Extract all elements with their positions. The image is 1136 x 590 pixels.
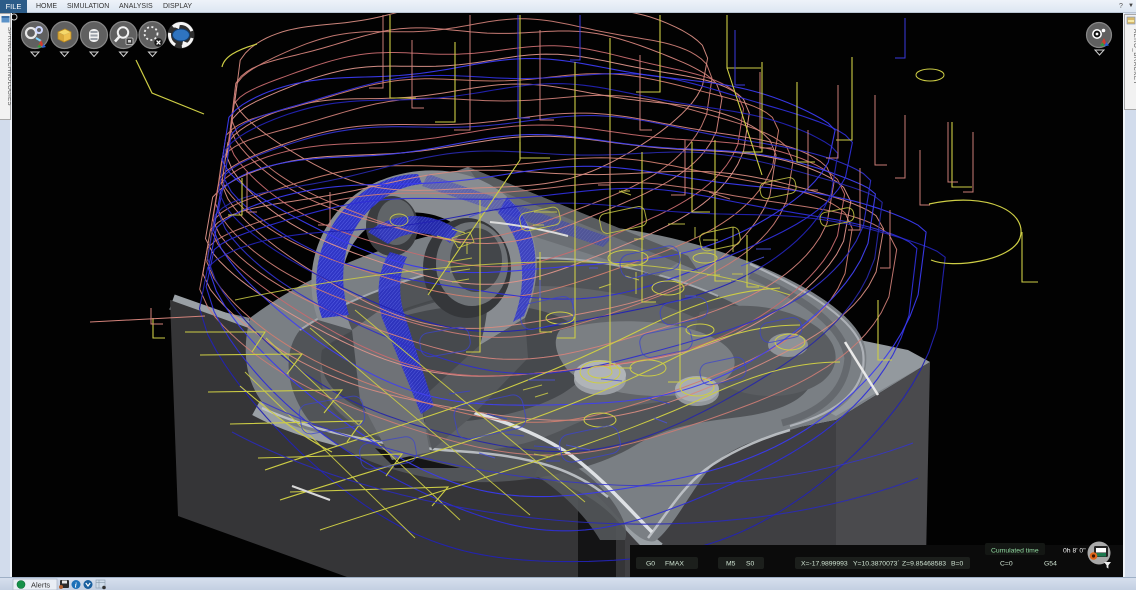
svg-text:Alerts: Alerts: [31, 581, 50, 590]
svg-text:Cumulated time: Cumulated time: [991, 548, 1039, 555]
svg-text:G0: G0: [646, 561, 655, 568]
svg-text:0h 8' 0": 0h 8' 0": [1063, 548, 1086, 555]
svg-text:S0: S0: [746, 561, 755, 568]
svg-text:SPRING TECHNOLOGIES: SPRING TECHNOLOGIES: [6, 27, 11, 106]
svg-text:FMAX: FMAX: [665, 561, 684, 568]
svg-text:G54: G54: [1044, 561, 1057, 568]
svg-text:M5: M5: [726, 561, 736, 568]
svg-text:i: i: [75, 581, 77, 589]
svg-text:X=-17.9899993: X=-17.9899993: [801, 561, 848, 568]
svg-text:C=0: C=0: [1000, 561, 1013, 568]
svg-text:Y=10.3870073´: Y=10.3870073´: [853, 561, 900, 568]
svg-text:B=0: B=0: [951, 561, 964, 568]
svg-text:Z=9.85468583: Z=9.85468583: [902, 561, 946, 568]
svg-text:AERO_BRACKET: AERO_BRACKET: [1132, 29, 1136, 85]
